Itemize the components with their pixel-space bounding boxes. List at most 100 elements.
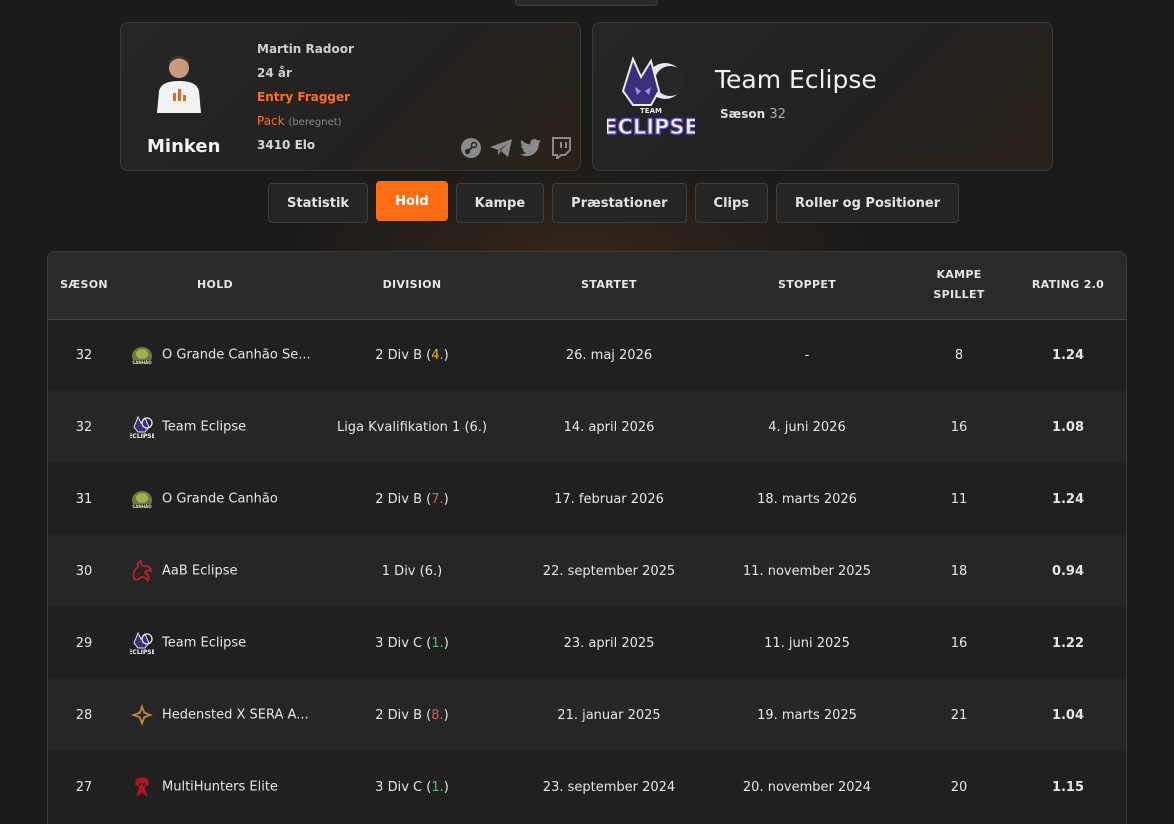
svg-text:ECLIPSE: ECLIPSE <box>607 115 695 139</box>
table-row[interactable]: 31 O Grande Canhão 2 Div B (7.) 17. februar… <box>48 463 1126 535</box>
tab-roller-og-positioner[interactable]: Roller og Positioner <box>776 183 960 223</box>
cell-team[interactable]: Hedensted X SERA A... <box>120 679 310 751</box>
division-name: 3 Div C <box>375 635 423 651</box>
tab-statistik[interactable]: Statistik <box>268 183 369 223</box>
tab-hold[interactable]: Hold <box>376 181 448 221</box>
season-label: Sæson <box>720 107 766 121</box>
table-row[interactable]: 28 Hedensted X SERA A... 2 Div B (8.) 21. j… <box>48 679 1126 751</box>
cell-team[interactable]: Team Eclipse <box>120 607 310 679</box>
matches-header-line1: KAMPE <box>936 268 982 282</box>
eclipse-logo <box>130 632 154 655</box>
table-header-row: SÆSON HOLD DIVISION STARTET STOPPET KAMP… <box>48 252 1126 319</box>
profile-tabs: Statistik Hold Kampe Præstationer Clips … <box>268 181 960 223</box>
player-card: Minken Martin Radoor 24 år Entry Fragger… <box>120 22 581 171</box>
hedensted-logo <box>131 704 153 726</box>
cell-division: 2 Div B (4.) <box>375 347 449 363</box>
division-placement: 1. <box>431 635 444 651</box>
cell-team[interactable]: Team Eclipse <box>120 391 310 463</box>
cell-season: 32 <box>75 419 93 435</box>
cell-started: 21. januar 2025 <box>557 707 661 723</box>
tab-kampe[interactable]: Kampe <box>455 183 545 223</box>
cell-season: 29 <box>75 635 93 651</box>
table-row[interactable]: 29 Team Eclipse 3 Div C (1.) 23. april 2025… <box>48 607 1126 679</box>
team-link[interactable]: Team Eclipse <box>162 420 246 435</box>
team-link[interactable]: O Grande Canhão <box>162 492 278 507</box>
team-link[interactable]: O Grande Canhão Se... <box>162 348 311 363</box>
col-rating-header[interactable]: RATING 2.0 <box>1008 252 1126 319</box>
team-season: Sæson 32 <box>720 107 786 122</box>
cell-season: 27 <box>75 779 93 795</box>
multihunters-logo <box>135 777 149 797</box>
table-row[interactable]: 27 MultiHunters Elite 3 Div C (1.) 23. sept… <box>48 751 1126 823</box>
team-link[interactable]: MultiHunters Elite <box>162 780 278 795</box>
col-matches-header[interactable]: KAMPE SPILLET <box>910 252 1008 319</box>
division-placement: 1. <box>431 779 444 795</box>
team-name: Team Eclipse <box>715 65 877 94</box>
cell-rating: 1.15 <box>1051 779 1085 795</box>
division-name: 2 Div B <box>375 347 423 363</box>
table-row[interactable]: 32 O Grande Canhão Se... 2 Div B (4.) 26. m… <box>48 319 1126 391</box>
cell-stopped: 11. juni 2025 <box>764 635 850 651</box>
cell-started: 23. april 2025 <box>563 635 655 651</box>
steam-icon[interactable] <box>459 136 483 160</box>
cell-stopped: - <box>804 347 810 363</box>
tab-clips[interactable]: Clips <box>694 183 769 223</box>
division-placement: 4. <box>431 347 444 363</box>
player-avatar <box>157 56 201 113</box>
col-started-header[interactable]: STARTET <box>514 252 704 319</box>
telegram-icon[interactable] <box>489 136 513 160</box>
cell-team[interactable]: AaB Eclipse <box>120 535 310 607</box>
cell-division: 2 Div B (7.) <box>375 491 449 507</box>
twitter-icon[interactable] <box>519 136 543 160</box>
cell-matches: 11 <box>950 491 968 507</box>
cell-matches: 16 <box>950 635 968 651</box>
team-eclipse-logo: TEAM ECLIPSE <box>607 56 695 140</box>
cell-started: 17. februar 2026 <box>554 491 664 507</box>
division-name: 2 Div B <box>375 707 423 723</box>
division-placement: 6. <box>469 419 482 435</box>
cell-started: 23. september 2024 <box>542 779 676 795</box>
col-team-header[interactable]: HOLD <box>120 252 310 319</box>
season-value: 32 <box>769 107 786 122</box>
player-name: Martin Radoor <box>257 42 354 56</box>
cell-team[interactable]: MultiHunters Elite <box>120 751 310 823</box>
cell-matches: 21 <box>950 707 968 723</box>
team-link[interactable]: AaB Eclipse <box>162 564 238 579</box>
cell-season: 30 <box>75 563 93 579</box>
social-links <box>459 136 573 160</box>
cell-season: 28 <box>75 707 93 723</box>
cell-division: 3 Div C (1.) <box>375 779 449 795</box>
cell-matches: 16 <box>950 419 968 435</box>
cell-matches: 18 <box>950 563 968 579</box>
canhao-logo <box>132 347 153 366</box>
cell-season: 32 <box>75 347 93 363</box>
eclipse-logo <box>130 416 154 439</box>
player-role: Entry Fragger <box>257 90 351 104</box>
cell-rating: 1.22 <box>1051 635 1085 651</box>
cell-stopped: 18. marts 2026 <box>757 491 857 507</box>
table-row[interactable]: 30 AaB Eclipse 1 Div (6.) 22. september 202… <box>48 535 1126 607</box>
cell-stopped: 19. marts 2025 <box>757 707 857 723</box>
cell-rating: 1.08 <box>1051 419 1085 435</box>
cell-team[interactable]: O Grande Canhão <box>120 463 310 535</box>
twitch-icon[interactable] <box>549 136 573 160</box>
cell-stopped: 4. juni 2026 <box>768 419 846 435</box>
cell-team[interactable]: O Grande Canhão Se... <box>120 319 311 391</box>
col-season-header[interactable]: SÆSON <box>48 252 120 319</box>
col-division-header[interactable]: DIVISION <box>310 252 514 319</box>
col-stopped-header[interactable]: STOPPET <box>704 252 910 319</box>
table-row[interactable]: 32 Team Eclipse Liga Kvalifikation 1 (6.) 1… <box>48 391 1126 463</box>
division-name: 3 Div C <box>375 779 423 795</box>
tab-praestationer[interactable]: Præstationer <box>552 183 687 223</box>
svg-text:TEAM: TEAM <box>640 107 662 115</box>
player-age: 24 år <box>257 66 292 80</box>
cell-division: 2 Div B (8.) <box>375 707 449 723</box>
division-placement: 6. <box>424 563 438 579</box>
division-name: 1 Div <box>381 563 416 579</box>
cell-division: 1 Div (6.) <box>381 563 443 579</box>
cell-season: 31 <box>75 491 93 507</box>
team-link[interactable]: Team Eclipse <box>162 636 246 651</box>
matches-header-line2: SPILLET <box>933 288 985 302</box>
team-link[interactable]: Hedensted X SERA A... <box>162 708 309 723</box>
aab-logo <box>132 560 152 582</box>
